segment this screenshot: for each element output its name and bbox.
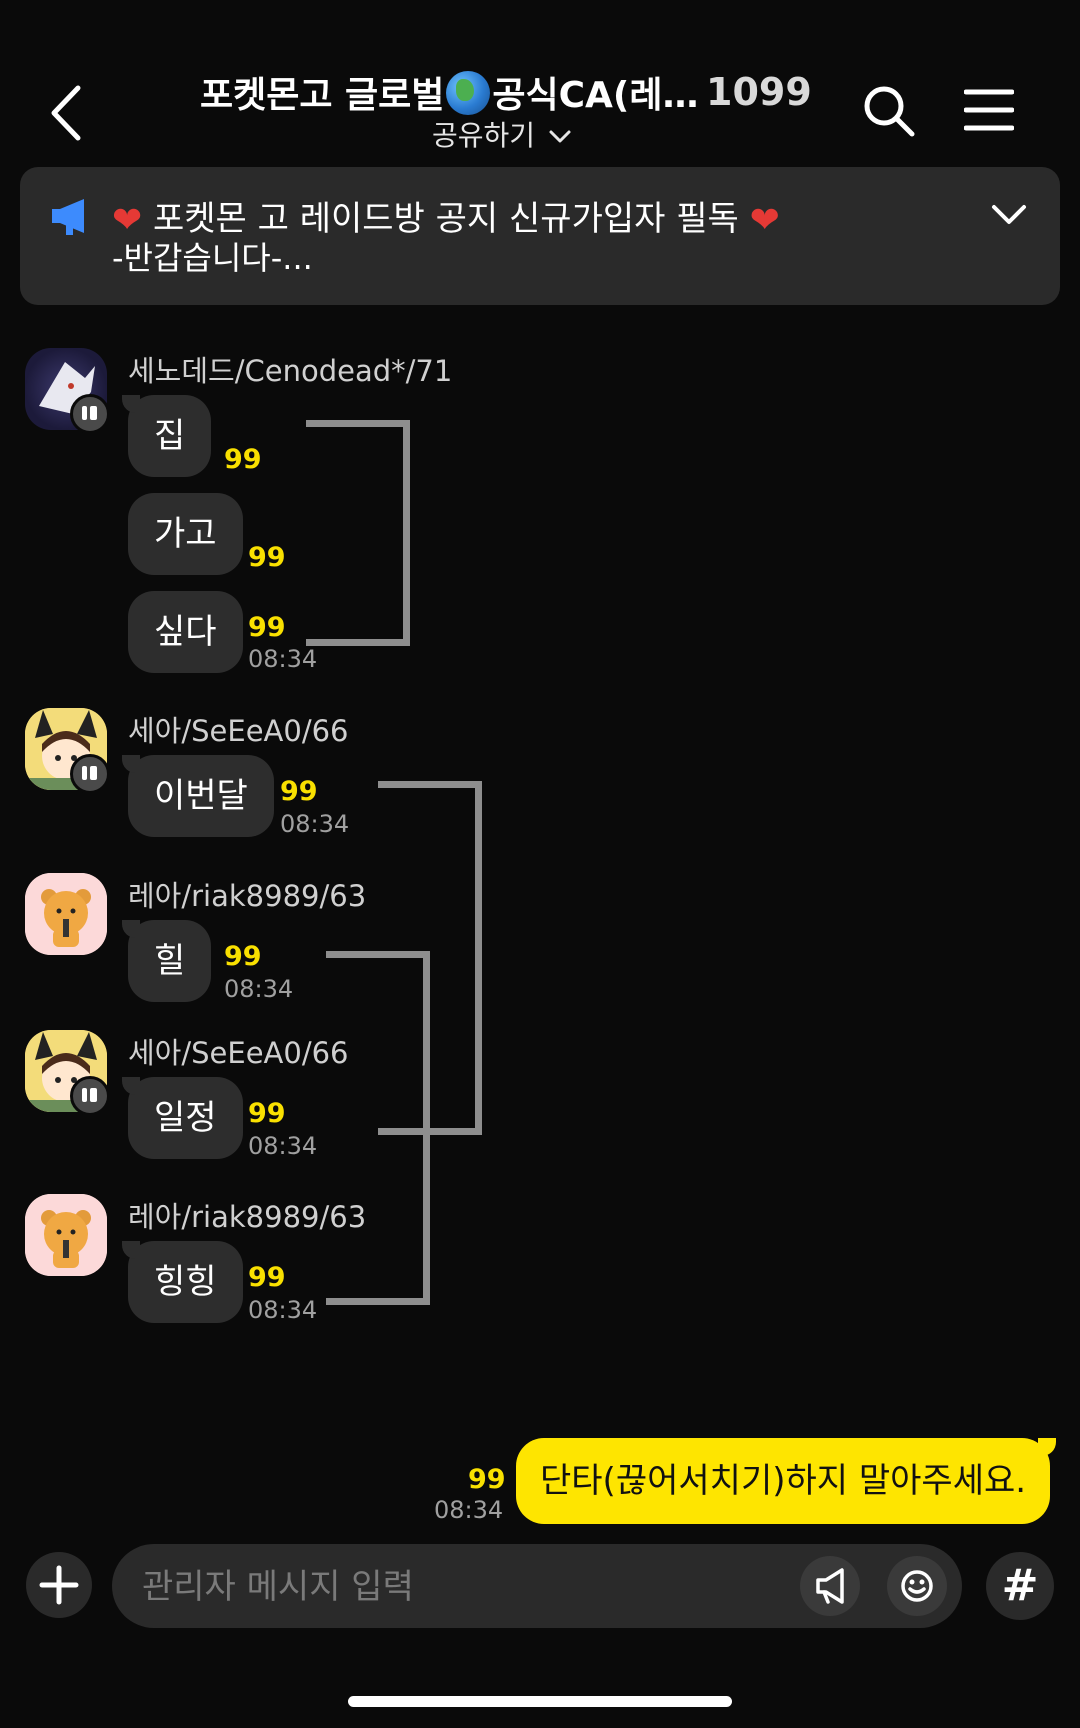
- attach-button[interactable]: [26, 1552, 92, 1618]
- title-right: 공식CA(레…: [492, 75, 699, 116]
- unread-count: 99: [248, 1098, 286, 1129]
- unread-count: 99: [468, 1464, 506, 1495]
- message-bubble[interactable]: 집: [121, 395, 212, 477]
- chevron-left-icon: [51, 85, 81, 141]
- sender-name: 세노데드/Cenodead*/71: [128, 354, 453, 388]
- megaphone-outline-icon: [816, 1568, 844, 1604]
- sender-name: 레아/riak8989/63: [128, 879, 367, 913]
- ryan-bear-icon: [25, 873, 107, 955]
- hashtag-button[interactable]: #: [986, 1552, 1054, 1620]
- message-bubble[interactable]: 싶다: [128, 591, 243, 673]
- annotation-bracket: [326, 951, 430, 1305]
- share-label: 공유하기: [432, 119, 536, 152]
- message-bubble[interactable]: 힐: [121, 920, 212, 1002]
- avatar[interactable]: [25, 873, 107, 955]
- unread-count: 99: [224, 941, 262, 972]
- notice-megaphone-button[interactable]: [800, 1556, 860, 1616]
- unread-count: 99: [248, 542, 286, 573]
- manager-badge-icon: [70, 754, 110, 794]
- home-indicator: [348, 1696, 732, 1707]
- manager-badge-icon: [70, 394, 110, 434]
- message-bubble[interactable]: 힝힝: [122, 1241, 243, 1323]
- title-left: 포켓몬고 글로벌: [200, 75, 445, 116]
- message-time: 08:34: [248, 645, 318, 673]
- unread-count: 99: [248, 1262, 286, 1293]
- message-time: 08:34: [434, 1496, 504, 1524]
- chevron-down-icon[interactable]: [990, 203, 1028, 227]
- message-input-container: [112, 1544, 962, 1630]
- menu-button[interactable]: [963, 88, 1015, 132]
- plus-icon: [39, 1565, 79, 1605]
- my-message-bubble[interactable]: 단타(끊어서치기)하지 말아주세요.: [516, 1438, 1057, 1524]
- annotation-bracket: [306, 420, 410, 646]
- chat-room-title: 포켓몬고 글로벌 공식CA(레…: [200, 66, 698, 118]
- message-bubble[interactable]: 일정: [122, 1077, 243, 1159]
- unread-count: 99: [280, 776, 318, 807]
- member-count: 1099: [706, 70, 812, 114]
- message-bubble[interactable]: 가고: [128, 493, 243, 575]
- message-time: 08:34: [248, 1132, 318, 1160]
- hamburger-menu-icon: [963, 89, 1015, 131]
- message-time: 08:34: [224, 975, 294, 1003]
- message-bubble[interactable]: 이번달: [122, 755, 274, 837]
- pinned-notice[interactable]: ❤ 포켓몬 고 레이드방 공지 신규가입자 필독 ❤ -반갑습니다-...: [20, 167, 1060, 305]
- back-button[interactable]: [40, 78, 100, 148]
- search-button[interactable]: [862, 84, 916, 138]
- smiley-icon: [901, 1570, 933, 1602]
- message-time: 08:34: [280, 810, 350, 838]
- chevron-down-icon: [549, 130, 571, 143]
- unread-count: 99: [224, 444, 262, 475]
- megaphone-icon: [52, 199, 84, 235]
- ryan-bear-icon: [25, 1194, 107, 1276]
- share-dropdown[interactable]: 공유하기: [432, 114, 572, 154]
- sender-name: 세아/SeEeA0/66: [128, 714, 349, 748]
- globe-emoji-icon: [446, 71, 491, 115]
- manager-badge-icon: [70, 1076, 110, 1116]
- avatar[interactable]: [25, 1194, 107, 1276]
- unread-count: 99: [248, 612, 286, 643]
- emoji-button[interactable]: [887, 1556, 947, 1616]
- heart-emoji-icon: ❤: [749, 200, 780, 241]
- sender-name: 세아/SeEeA0/66: [128, 1036, 349, 1070]
- message-input[interactable]: [140, 1544, 784, 1630]
- message-time: 08:34: [248, 1296, 318, 1324]
- notice-subtitle: -반갑습니다-...: [112, 239, 313, 277]
- search-icon: [864, 86, 915, 137]
